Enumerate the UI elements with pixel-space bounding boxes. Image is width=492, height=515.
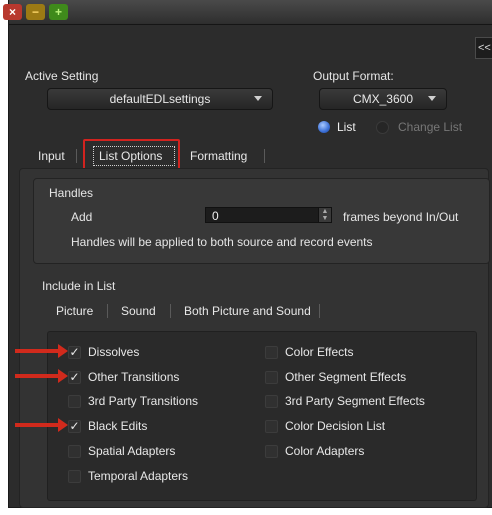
- checkbox-label: 3rd Party Segment Effects: [285, 394, 425, 409]
- output-format-label: Output Format:: [313, 69, 394, 83]
- subtab-divider: [107, 304, 108, 318]
- subtab-divider: [319, 304, 320, 318]
- collapse-button[interactable]: <<: [475, 37, 492, 59]
- include-in-list-title: Include in List: [42, 279, 116, 293]
- minimize-icon[interactable]: −: [26, 4, 45, 20]
- checkbox-right-3[interactable]: [265, 420, 278, 434]
- checkbox-label: Color Decision List: [285, 419, 386, 434]
- checkbox-label: 3rd Party Transitions: [88, 394, 199, 409]
- black-edits-arrow: [15, 418, 68, 432]
- tab-formatting[interactable]: Formatting: [190, 145, 247, 167]
- list-radio-label: List: [337, 120, 356, 134]
- checkbox-left-4[interactable]: [68, 444, 81, 458]
- checkbox-label: Black Edits: [88, 419, 148, 434]
- handles-stepper[interactable]: ▲ ▼: [318, 207, 332, 223]
- checkbox-label: Temporal Adapters: [88, 468, 189, 483]
- list-radio[interactable]: [318, 121, 330, 133]
- close-icon[interactable]: ×: [3, 4, 22, 20]
- output-format-value: CMX_3600: [352, 92, 414, 106]
- active-setting-dropdown[interactable]: defaultEDLsettings: [47, 88, 273, 110]
- title-bar: × − +: [3, 0, 492, 25]
- active-setting-label: Active Setting: [25, 69, 99, 83]
- subtab-divider: [170, 304, 171, 318]
- checkbox-label: Spatial Adapters: [88, 443, 176, 458]
- checkbox-label: Color Effects: [285, 345, 354, 359]
- subtab-sound[interactable]: Sound: [121, 300, 156, 322]
- active-setting-value: defaultEDLsettings: [109, 92, 211, 106]
- chevron-down-icon: [428, 96, 436, 101]
- list-options-highlight: [83, 139, 180, 171]
- checkmark-icon: ✓: [69, 419, 80, 434]
- maximize-icon[interactable]: +: [49, 4, 68, 20]
- handles-frames-input[interactable]: 0: [205, 207, 319, 223]
- subtab-picture[interactable]: Picture: [56, 300, 93, 322]
- checkbox-left-5[interactable]: [68, 469, 81, 483]
- tab-divider: [264, 149, 265, 163]
- checkbox-left-2[interactable]: [68, 395, 81, 409]
- edl-settings-window: × − + << Active Setting defaultEDLsettin…: [3, 0, 492, 508]
- checkmark-icon: ✓: [69, 369, 80, 384]
- checkbox-label: Dissolves: [88, 345, 140, 359]
- checkbox-right-4[interactable]: [265, 444, 278, 458]
- checkbox-label: Other Transitions: [88, 369, 180, 384]
- checkbox-label: Color Adapters: [285, 443, 365, 458]
- checkbox-right-0[interactable]: [265, 346, 278, 359]
- checkbox-left-1[interactable]: ✓: [68, 369, 81, 384]
- subtab-both-picture-and-sound[interactable]: Both Picture and Sound: [184, 300, 311, 322]
- checkbox-right-2[interactable]: [265, 395, 278, 409]
- handles-note: Handles will be applied to both source a…: [71, 235, 373, 249]
- output-format-dropdown[interactable]: CMX_3600: [319, 88, 447, 110]
- other-transitions-arrow: [15, 369, 68, 383]
- dissolves-arrow: [15, 344, 68, 358]
- tab-input[interactable]: Input: [38, 145, 65, 167]
- checkbox-right-1[interactable]: [265, 370, 278, 384]
- checkbox-left-0[interactable]: ✓: [68, 346, 81, 359]
- chevron-down-icon: [254, 96, 262, 101]
- checkbox-label: Other Segment Effects: [285, 369, 407, 384]
- tab-divider: [76, 149, 77, 163]
- change-list-radio-label: Change List: [398, 120, 463, 134]
- handles-add-label: Add: [71, 210, 93, 224]
- change-list-radio[interactable]: [376, 121, 389, 134]
- checkbox-left-3[interactable]: ✓: [68, 419, 81, 434]
- checkmark-icon: ✓: [69, 345, 80, 359]
- handles-title: Handles: [49, 186, 94, 200]
- handles-suffix: frames beyond In/Out: [343, 210, 459, 224]
